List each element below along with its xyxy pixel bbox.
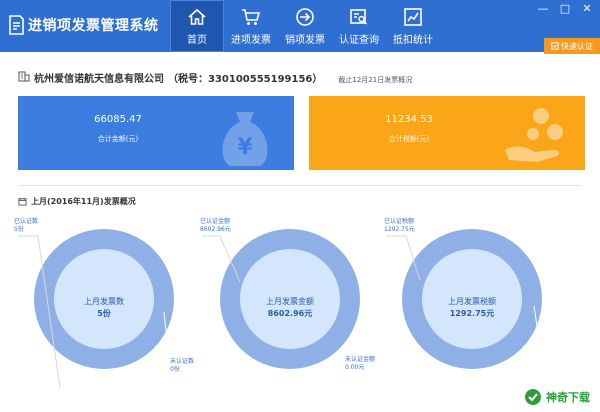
coin-hand-icon: [505, 108, 563, 162]
svg-text:¥: ¥: [237, 135, 253, 160]
section-divider: [18, 185, 582, 186]
quick-auth-label: 快速认证: [561, 41, 593, 51]
uncertified-value: 0.00元: [345, 364, 365, 371]
nav-output-invoice[interactable]: 销项发票: [278, 0, 332, 52]
company-info: 杭州爱信诺航天信息有限公司 （税号：330100555199156） 截止12月…: [18, 70, 412, 85]
nav-deduction-stats-label: 抵扣统计: [393, 34, 433, 46]
nav-input-invoice[interactable]: 进项发票: [224, 0, 278, 52]
ring-center-label: 上月发票金额: [266, 297, 314, 306]
total-tax-value: 11234.53: [385, 114, 433, 125]
certified-label: 已认证金额: [200, 218, 231, 225]
uncertified-value: 0份: [170, 366, 180, 373]
nav-auth-query-label: 认证查询: [339, 34, 379, 46]
main-nav: 首页 进项发票 销项发票 认证查询 抵扣统计: [170, 0, 440, 52]
company-name: 杭州爱信诺航天信息有限公司: [34, 74, 164, 85]
close-button[interactable]: ✕: [580, 2, 594, 15]
building-icon: [18, 71, 30, 82]
watermark: 神奇下载: [524, 388, 590, 406]
quick-auth-button[interactable]: 快速认证: [544, 38, 600, 54]
quick-auth-icon: [551, 42, 559, 50]
uncertified-label: 未认证金额: [345, 356, 376, 363]
arrow-circle-icon: [296, 7, 314, 26]
nav-deduction-stats[interactable]: 抵扣统计: [386, 0, 440, 52]
nav-home[interactable]: 首页: [170, 0, 224, 52]
certified-label: 已认证数: [14, 218, 39, 225]
top-bar: 进销项发票管理系统 首页 进项发票 销项发票 认证查询 抵扣统计 — □ ✕: [0, 0, 600, 52]
certified-value: 5份: [14, 226, 24, 233]
money-bag-icon: ¥: [222, 112, 268, 166]
ring-center-value: 8602.96元: [267, 309, 313, 318]
nav-output-invoice-label: 销项发票: [285, 34, 325, 46]
total-amount-card: 66085.47 合计金额(元) ¥: [18, 96, 294, 170]
window-controls: — □ ✕: [536, 2, 594, 15]
overview-date: 截止12月21日发票概况: [338, 76, 413, 84]
nav-input-invoice-label: 进项发票: [231, 34, 271, 46]
month-title: 上月(2016年11月)发票概况: [31, 197, 136, 206]
nav-auth-query[interactable]: 认证查询: [332, 0, 386, 52]
invoice-count-chart: 已认证数 5份 未认证数 0份 上月发票数 5份: [14, 210, 194, 400]
chart-icon: [404, 7, 422, 26]
cart-icon: [242, 8, 261, 25]
total-amount-value: 66085.47: [94, 114, 142, 125]
uncertified-label: 未认证数: [170, 358, 195, 365]
tax-number: （税号：330100555199156）: [168, 74, 323, 85]
certified-label: 已认证税额: [384, 218, 415, 225]
ring-center-value: 1292.75元: [449, 309, 495, 318]
nav-home-label: 首页: [187, 34, 207, 46]
ring-center-value: 5份: [97, 309, 111, 318]
total-amount-label: 合计金额(元): [97, 135, 139, 143]
ring-center-label: 上月发票税额: [448, 297, 496, 306]
calendar-icon: [18, 197, 27, 206]
watermark-text: 神奇下载: [546, 391, 590, 404]
certified-value: 8602.96元: [200, 226, 231, 233]
month-header: 上月(2016年11月)发票概况: [18, 196, 136, 207]
minimize-button[interactable]: —: [536, 2, 550, 15]
search-doc-icon: [350, 8, 368, 25]
total-tax-card: 11234.53 合计税额(元): [309, 96, 585, 170]
app-title: 进销项发票管理系统: [28, 18, 159, 34]
home-icon: [188, 8, 206, 25]
invoice-amount-chart: 已认证金额 8602.96元 未认证金额 0.00元 上月发票金额 8602.9…: [200, 210, 375, 400]
app-logo-icon: [9, 15, 24, 35]
ring-center-label: 上月发票数: [84, 297, 124, 306]
watermark-logo-icon: [525, 389, 541, 405]
certified-value: 1292.75元: [384, 226, 415, 233]
maximize-button[interactable]: □: [558, 2, 572, 15]
invoice-tax-chart: 已认证税额 1292.75元 上月发票税额 1292.75元: [382, 210, 552, 400]
total-tax-label: 合计税额(元): [388, 135, 430, 143]
